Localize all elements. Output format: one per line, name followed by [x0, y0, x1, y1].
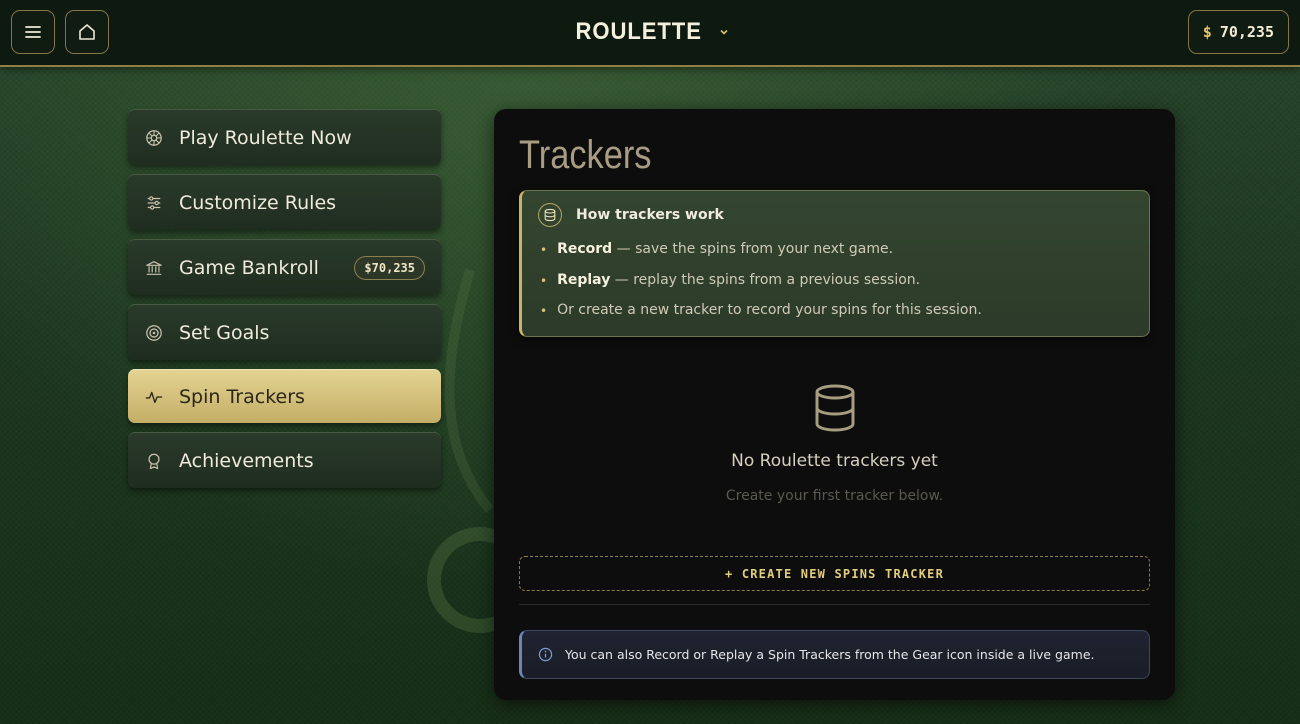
roulette-wheel-icon [146, 129, 162, 146]
list-item: • Record — save the spins from your next… [540, 241, 894, 257]
how-trackers-work-box: How trackers work • Record — save the sp… [519, 190, 1150, 337]
bank-icon [146, 260, 162, 275]
database-icon [544, 208, 556, 222]
sidebar-item-label: Spin Trackers [179, 385, 305, 408]
info-text: You can also Record or Replay a Spin Tra… [565, 647, 1095, 662]
sidebar-item-set-goals[interactable]: Set Goals [128, 304, 441, 360]
top-bar: ROULETTE $ 70,235 [0, 0, 1300, 67]
list-item: • Or create a new tracker to record your… [540, 302, 982, 318]
divider [519, 604, 1150, 605]
sidebar-item-spin-trackers[interactable]: Spin Trackers [128, 369, 441, 423]
sidebar-item-achievements[interactable]: Achievements [128, 432, 441, 488]
sidebar-item-label: Set Goals [179, 321, 270, 344]
sliders-icon [147, 195, 161, 210]
sidebar-item-label: Game Bankroll [179, 256, 319, 279]
page-title: Trackers [519, 133, 652, 177]
sidebar-item-game-bankroll[interactable]: Game Bankroll $70,235 [128, 239, 441, 295]
sidebar-item-customize-rules[interactable]: Customize Rules [128, 174, 441, 230]
trackers-panel: Trackers How trackers work • Record — sa… [494, 109, 1175, 700]
award-icon [148, 453, 160, 469]
empty-subtitle: Create your first tracker below. [725, 488, 944, 504]
create-tracker-button[interactable]: + CREATE NEW SPINS TRACKER [519, 556, 1150, 591]
sidebar: Play Roulette Now Customize Rules Game B… [128, 109, 441, 497]
empty-title: No Roulette trackers yet [731, 451, 938, 471]
how-header: How trackers work [538, 203, 724, 227]
activity-icon [145, 391, 163, 403]
empty-state: No Roulette trackers yet Create your fir… [494, 383, 1175, 504]
balance-display[interactable]: $ 70,235 [1187, 10, 1289, 54]
game-selector: ROULETTE [0, 18, 1300, 46]
game-selector-dropdown[interactable]: ROULETTE [570, 18, 729, 46]
info-note: You can also Record or Replay a Spin Tra… [519, 630, 1150, 679]
bankroll-badge: $70,235 [354, 256, 425, 280]
currency-symbol: $ [1202, 23, 1212, 41]
list-item: • Replay — replay the spins from a previ… [540, 271, 921, 288]
database-icon [815, 384, 854, 432]
info-icon [538, 647, 553, 662]
balance-amount: 70,235 [1219, 23, 1274, 41]
target-icon [146, 324, 162, 341]
how-list: • Record — save the spins from your next… [540, 241, 982, 333]
how-title: How trackers work [576, 207, 724, 223]
sidebar-item-play-roulette[interactable]: Play Roulette Now [128, 109, 441, 165]
app-title: ROULETTE [575, 18, 703, 45]
chevron-down-icon [720, 29, 728, 35]
sidebar-item-label: Play Roulette Now [179, 126, 352, 149]
sidebar-item-label: Achievements [179, 449, 314, 472]
database-icon-badge [538, 203, 562, 227]
sidebar-item-label: Customize Rules [179, 191, 337, 214]
